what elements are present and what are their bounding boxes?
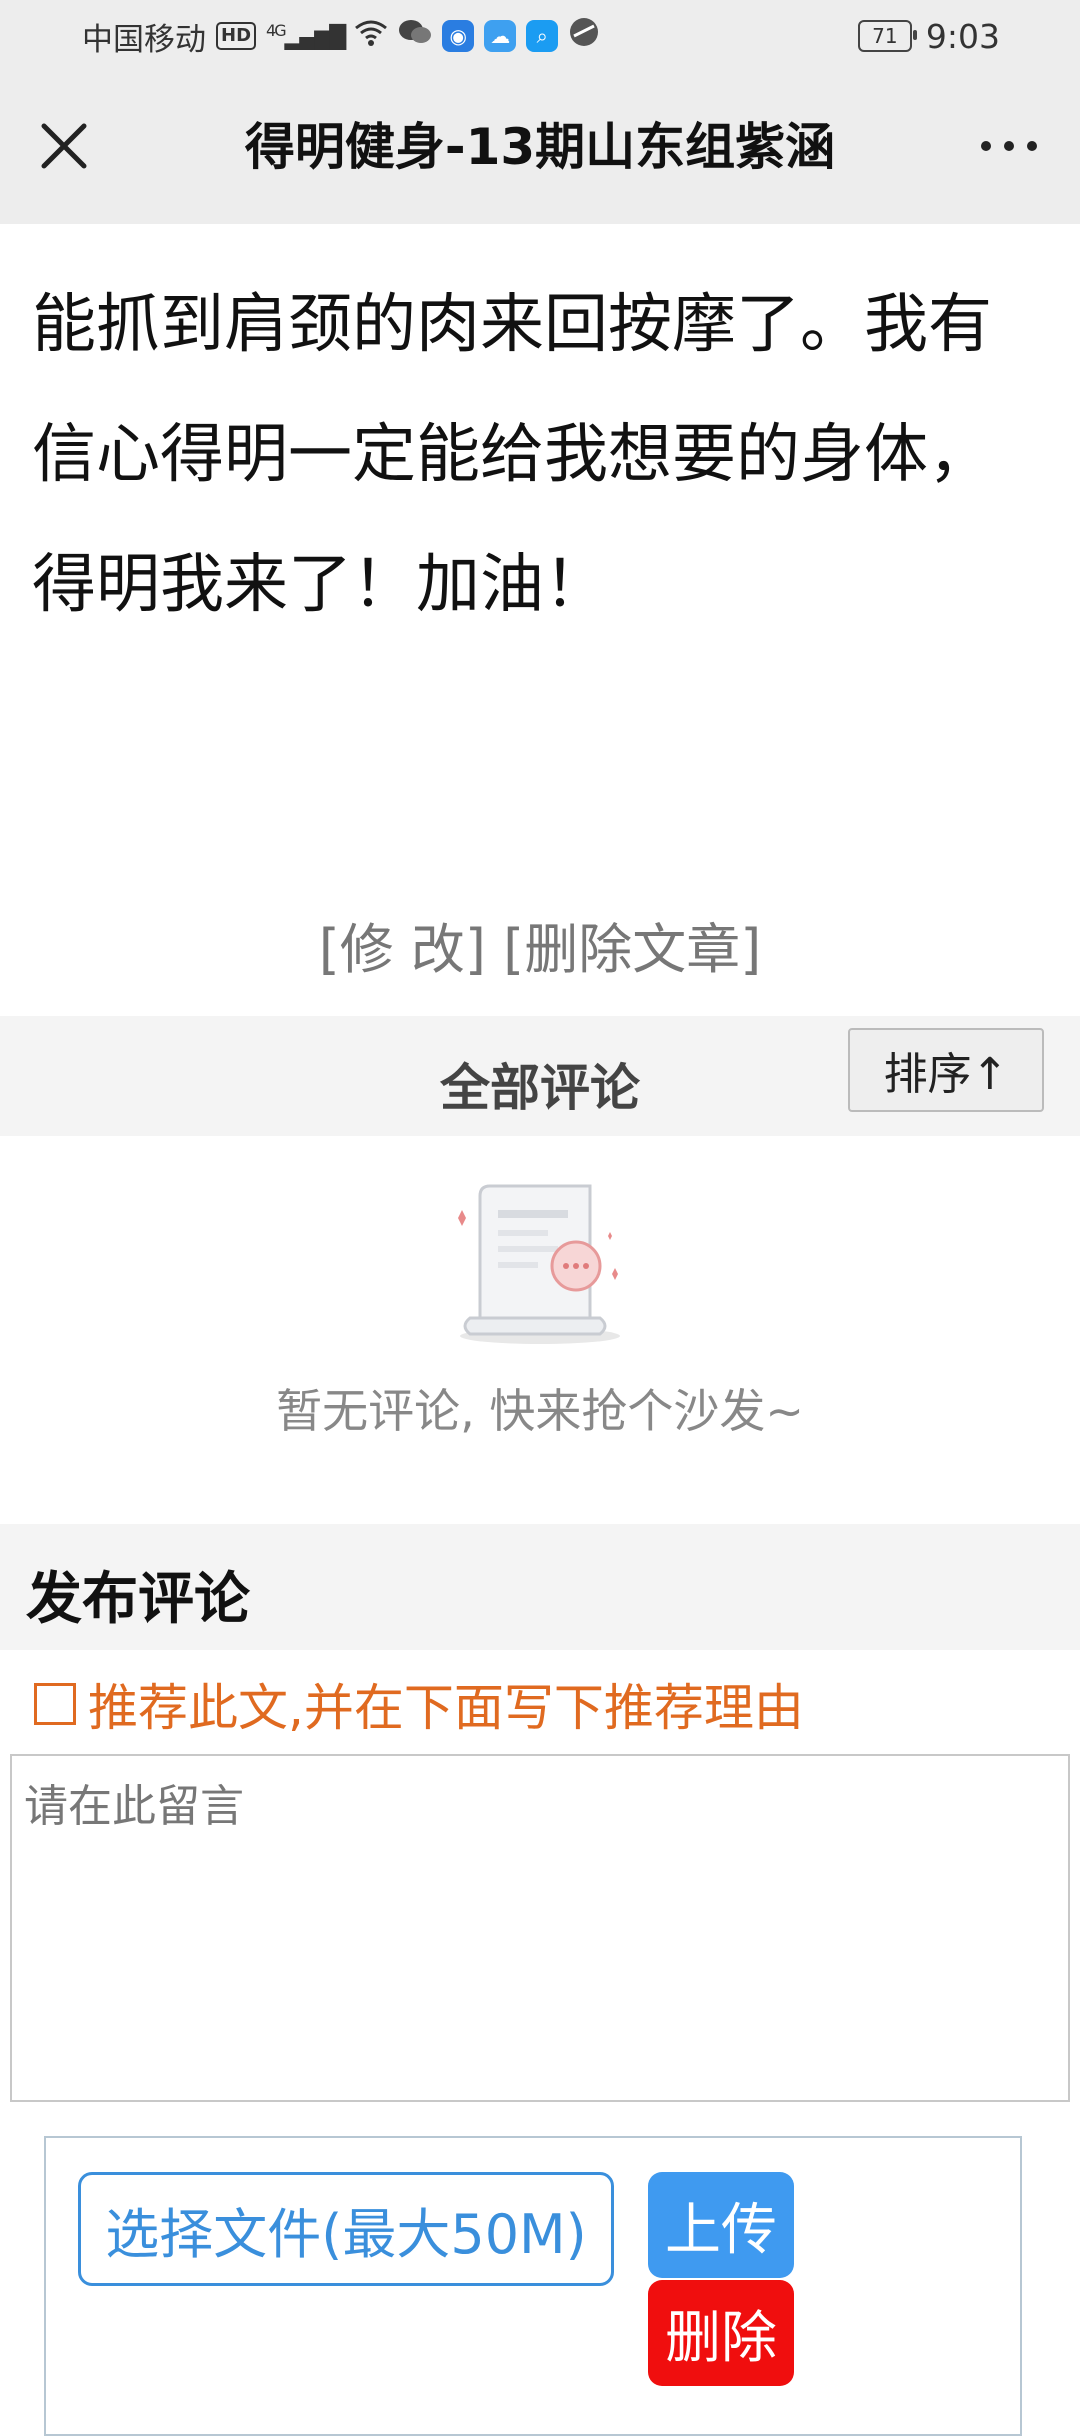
recommend-option[interactable]: 推荐此文,并在下面写下推荐理由	[34, 1668, 804, 1740]
recommend-checkbox[interactable]	[34, 1683, 76, 1725]
wechat-icon	[398, 18, 432, 54]
browser-app-icon	[568, 16, 600, 56]
nav-bar: 得明健身-13期山东组紫涵	[0, 72, 1080, 224]
delete-article-link[interactable]: [删除文章]	[503, 918, 761, 981]
signal-icon: 4G▂▄▆█	[266, 21, 346, 51]
empty-comments-illustration	[440, 1178, 640, 1348]
delete-file-button[interactable]: 删除	[648, 2280, 794, 2386]
upload-button[interactable]: 上传	[648, 2172, 794, 2278]
hd-badge: HD	[216, 22, 257, 50]
wifi-icon	[354, 19, 388, 54]
sort-button[interactable]: 排序↑	[848, 1028, 1044, 1112]
battery-icon: 71	[857, 20, 917, 52]
comment-input[interactable]	[10, 1754, 1070, 2102]
status-right: 71 9:03	[857, 14, 1000, 58]
post-comment-title: 发布评论	[26, 1567, 250, 1632]
post-comment-header: 发布评论	[0, 1524, 1080, 1650]
clock: 9:03	[925, 16, 1000, 56]
article-body: 能抓到肩颈的肉来回按摩了。我有 信心得明一定能给我想要的身体， 得明我来了！加油…	[32, 260, 1042, 650]
more-options-icon[interactable]	[974, 118, 1044, 174]
close-icon[interactable]	[36, 118, 92, 174]
cloud-app-icon: ☁	[484, 20, 517, 52]
search-app-icon: ⌕	[526, 20, 559, 52]
comments-header: 全部评论 排序↑	[0, 1016, 1080, 1136]
status-bar: 中国移动 HD 4G▂▄▆█ ◉ ☁ ⌕ 71 9:03	[0, 0, 1080, 72]
recommend-label: 推荐此文,并在下面写下推荐理由	[88, 1679, 804, 1737]
page-title: 得明健身-13期山东组紫涵	[244, 118, 836, 176]
carrier-name: 中国移动	[82, 21, 206, 58]
article-line: 能抓到肩颈的肉来回按摩了。我有	[32, 288, 992, 362]
empty-comments-text: 暂无评论, 快来抢个沙发~	[276, 1384, 804, 1438]
bulb-app-icon: ◉	[442, 20, 475, 52]
status-left: 中国移动 HD 4G▂▄▆█ ◉ ☁ ⌕	[82, 14, 600, 58]
article-line: 信心得明一定能给我想要的身体，	[32, 418, 992, 492]
article-line: 得明我来了！加油！	[32, 548, 608, 622]
article-actions: [修 改] [删除文章]	[0, 905, 1080, 984]
choose-file-button[interactable]: 选择文件(最大50M)	[78, 2172, 614, 2286]
network-type: 4G	[266, 21, 287, 41]
edit-link[interactable]: [修 改]	[319, 918, 486, 981]
battery-level: 71	[872, 24, 898, 48]
